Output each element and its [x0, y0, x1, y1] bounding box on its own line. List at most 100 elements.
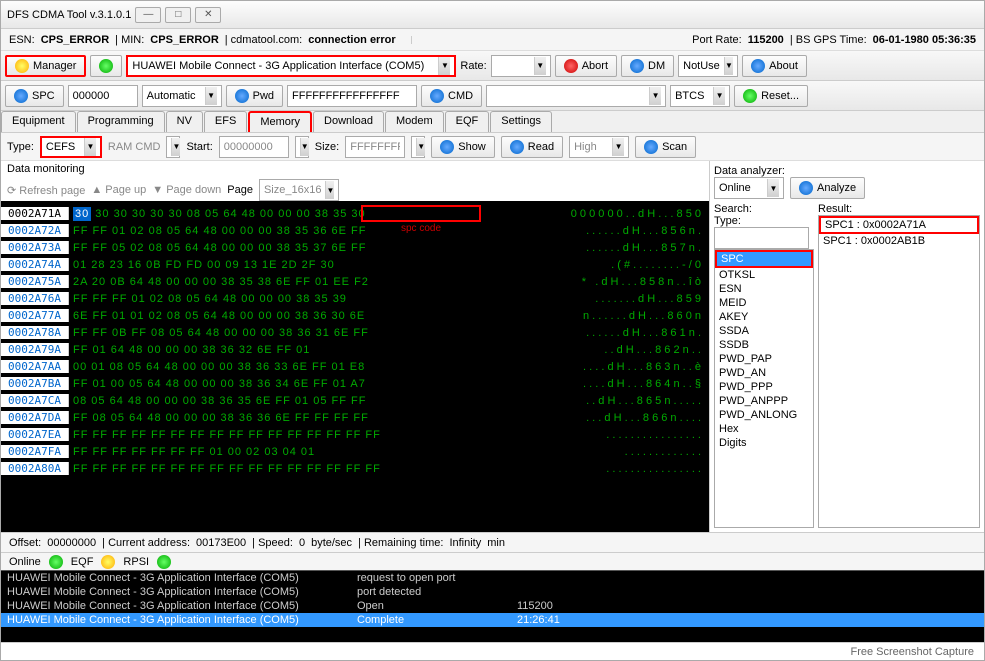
log-row[interactable]: HUAWEI Mobile Connect - 3G Application I…: [1, 613, 984, 627]
search-item[interactable]: MEID: [715, 296, 813, 310]
refresh-icon: [99, 59, 113, 73]
page-up-button[interactable]: ▲ Page up: [91, 184, 146, 196]
result-item[interactable]: SPC1 : 0x0002A71A: [819, 216, 979, 234]
start-dropdown[interactable]: ▼: [295, 136, 309, 158]
hex-row[interactable]: 0002A73AFF FF 05 02 08 05 64 48 00 00 00…: [1, 239, 709, 256]
size-dropdown[interactable]: ▼: [411, 136, 425, 158]
hex-row[interactable]: 0002A79AFF 01 64 48 00 00 00 38 36 32 6E…: [1, 341, 709, 358]
tab-nv[interactable]: NV: [166, 111, 203, 132]
tab-settings[interactable]: Settings: [490, 111, 552, 132]
log-panel[interactable]: HUAWEI Mobile Connect - 3G Application I…: [1, 570, 984, 642]
start-input[interactable]: [219, 136, 289, 158]
hex-row[interactable]: 0002A7BAFF 01 00 05 64 48 00 00 00 38 36…: [1, 375, 709, 392]
analyzer-label: Data analyzer:: [714, 165, 980, 177]
auto-dropdown[interactable]: Automatic▼: [142, 85, 222, 107]
rem-label: | Remaining time:: [358, 537, 443, 549]
result-item[interactable]: SPC1 : 0x0002AB1B: [819, 234, 979, 248]
high-dropdown[interactable]: High▼: [569, 136, 629, 158]
search-item[interactable]: ESN: [715, 282, 813, 296]
show-button[interactable]: Show: [431, 136, 495, 158]
hex-row[interactable]: 0002A80AFF FF FF FF FF FF FF FF FF FF FF…: [1, 460, 709, 477]
page-down-button[interactable]: ▼ Page down: [152, 184, 221, 196]
tab-modem[interactable]: Modem: [385, 111, 444, 132]
result-list[interactable]: SPC1 : 0x0002A71ASPC1 : 0x0002AB1B: [818, 215, 980, 528]
maximize-button[interactable]: □: [165, 7, 191, 23]
hex-row[interactable]: 0002A7FAFF FF FF FF FF FF FF 01 00 02 03…: [1, 443, 709, 460]
page-size-dropdown[interactable]: Size_16x16▼: [259, 179, 339, 201]
hex-row[interactable]: 0002A7DAFF 08 05 64 48 00 00 00 38 36 36…: [1, 409, 709, 426]
log-row[interactable]: HUAWEI Mobile Connect - 3G Application I…: [1, 599, 984, 613]
about-button[interactable]: About: [742, 55, 807, 77]
gps-label: | BS GPS Time:: [790, 34, 867, 46]
hex-row[interactable]: 0002A74A01 28 23 16 0B FD FD 00 09 13 1E…: [1, 256, 709, 273]
tab-eqf[interactable]: EQF: [445, 111, 490, 132]
log-row[interactable]: HUAWEI Mobile Connect - 3G Application I…: [1, 585, 984, 599]
search-item[interactable]: OTKSL: [715, 268, 813, 282]
online-dropdown[interactable]: Online▼: [714, 177, 784, 199]
cmd-button[interactable]: CMD: [421, 85, 482, 107]
manager-button[interactable]: Manager: [5, 55, 86, 77]
analyze-icon: [799, 181, 813, 195]
search-item[interactable]: SSDB: [715, 338, 813, 352]
hex-row[interactable]: 0002A71A30 30 30 30 30 30 08 05 64 48 00…: [1, 205, 709, 222]
tab-programming[interactable]: Programming: [77, 111, 165, 132]
type-label: Type:: [7, 141, 34, 153]
hex-row[interactable]: 0002A7CA08 05 64 48 00 00 00 38 36 35 6E…: [1, 392, 709, 409]
analyze-button[interactable]: Analyze: [790, 177, 865, 199]
search-type-input[interactable]: [714, 227, 809, 249]
search-item[interactable]: PWD_PAP: [715, 352, 813, 366]
search-item[interactable]: PWD_PPP: [715, 380, 813, 394]
read-button[interactable]: Read: [501, 136, 563, 158]
start-label: Start:: [186, 141, 212, 153]
esn-label: ESN:: [9, 34, 35, 46]
pwd-button[interactable]: Pwd: [226, 85, 283, 107]
search-list[interactable]: SPCOTKSLESNMEIDAKEYSSDASSDBPWD_PAPPWD_AN…: [714, 249, 814, 528]
search-item[interactable]: Hex: [715, 422, 813, 436]
tab-memory[interactable]: Memory: [248, 111, 312, 132]
search-item[interactable]: SPC: [715, 250, 813, 268]
tab-equipment[interactable]: Equipment: [1, 111, 76, 132]
ram-cmd-dropdown[interactable]: ▼: [166, 136, 180, 158]
size-input[interactable]: [345, 136, 405, 158]
abort-button[interactable]: Abort: [555, 55, 617, 77]
tab-efs[interactable]: EFS: [204, 111, 247, 132]
search-item[interactable]: Digits: [715, 436, 813, 450]
spc-input[interactable]: [68, 85, 138, 107]
hex-row[interactable]: 0002A7AA00 01 08 05 64 48 00 00 00 38 36…: [1, 358, 709, 375]
log-row[interactable]: HUAWEI Mobile Connect - 3G Application I…: [1, 571, 984, 585]
hex-row[interactable]: 0002A75A2A 20 0B 64 48 00 00 00 38 35 38…: [1, 273, 709, 290]
close-button[interactable]: ✕: [195, 7, 221, 23]
dm-dropdown[interactable]: NotUse▼: [678, 55, 738, 77]
reset-button[interactable]: Reset...: [734, 85, 808, 107]
search-item[interactable]: PWD_ANLONG: [715, 408, 813, 422]
hex-row[interactable]: 0002A7EAFF FF FF FF FF FF FF FF FF FF FF…: [1, 426, 709, 443]
ram-cmd-label: RAM CMD: [108, 141, 161, 153]
tab-download[interactable]: Download: [313, 111, 384, 132]
status-bar: ESN:CPS_ERROR | MIN:CPS_ERROR | cdmatool…: [1, 29, 984, 51]
cmd-dropdown[interactable]: ▼: [486, 85, 666, 107]
dm-button[interactable]: DM: [621, 55, 674, 77]
hex-row[interactable]: 0002A72AFF FF 01 02 08 05 64 48 00 00 00…: [1, 222, 709, 239]
hex-row[interactable]: 0002A78AFF FF 0B FF 08 05 64 48 00 00 00…: [1, 324, 709, 341]
btcs-dropdown[interactable]: BTCS▼: [670, 85, 730, 107]
hex-row[interactable]: 0002A77A6E FF 01 01 02 08 05 64 48 00 00…: [1, 307, 709, 324]
search-item[interactable]: PWD_AN: [715, 366, 813, 380]
refresh-device-button[interactable]: [90, 55, 122, 77]
pwd-input[interactable]: [287, 85, 417, 107]
search-item[interactable]: PWD_ANPPP: [715, 394, 813, 408]
minimize-button[interactable]: —: [135, 7, 161, 23]
tab-bar: Equipment Programming NV EFS Memory Down…: [1, 111, 984, 133]
search-item[interactable]: SSDA: [715, 324, 813, 338]
device-dropdown[interactable]: HUAWEI Mobile Connect - 3G Application I…: [126, 55, 456, 77]
hex-view[interactable]: spc code 0002A71A30 30 30 30 30 30 08 05…: [1, 201, 709, 532]
eqf-icon: [101, 555, 115, 569]
hex-row[interactable]: 0002A76AFF FF FF 01 02 08 05 64 48 00 00…: [1, 290, 709, 307]
bs-label: byte/sec: [311, 537, 352, 549]
type-dropdown[interactable]: CEFS▼: [40, 136, 102, 158]
search-item[interactable]: AKEY: [715, 310, 813, 324]
spc-button[interactable]: SPC: [5, 85, 64, 107]
rate-dropdown[interactable]: ▼: [491, 55, 551, 77]
min-value: CPS_ERROR: [150, 34, 218, 46]
scan-button[interactable]: Scan: [635, 136, 696, 158]
refresh-page-button[interactable]: ⟳ Refresh page: [7, 184, 85, 197]
